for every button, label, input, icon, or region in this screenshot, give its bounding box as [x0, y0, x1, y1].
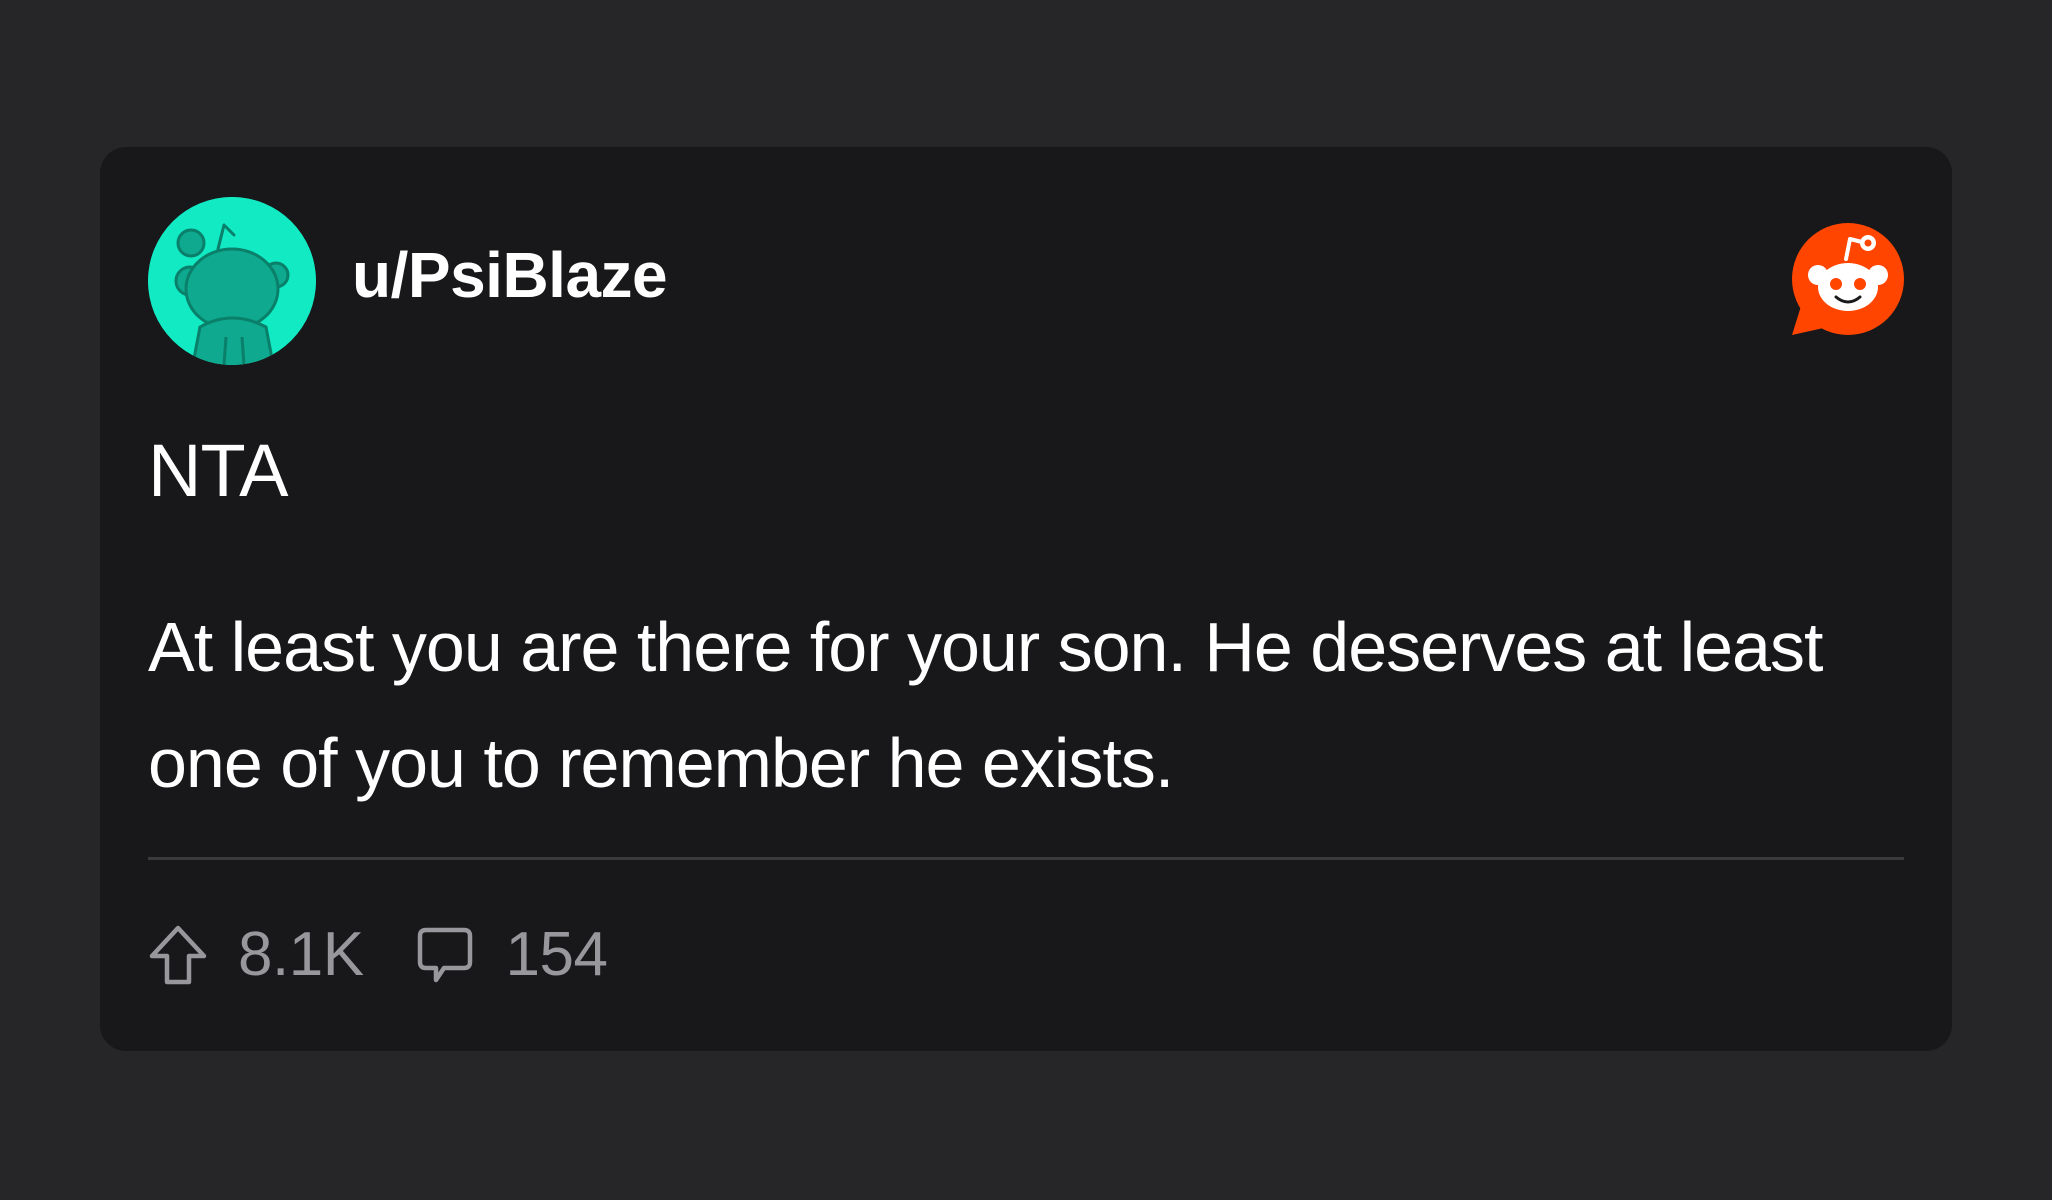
- upvote-button[interactable]: 8.1K: [148, 924, 364, 986]
- divider: [148, 857, 1904, 860]
- comment-bubble-icon: [416, 924, 474, 986]
- action-bar: 8.1K 154: [148, 920, 608, 990]
- comment-card: u/PsiBlaze NTA At least you are there fo…: [100, 147, 1952, 1051]
- reddit-logo: [1788, 223, 1904, 339]
- comment-count: 154: [505, 920, 608, 989]
- snoo-avatar-icon: [148, 197, 316, 365]
- user-avatar[interactable]: [148, 197, 316, 365]
- comments-button[interactable]: 154: [416, 924, 608, 986]
- upvote-count: 8.1K: [238, 920, 364, 989]
- comment-verdict: NTA: [148, 429, 289, 512]
- username-link[interactable]: u/PsiBlaze: [352, 243, 668, 307]
- reddit-logo-icon: [1792, 223, 1904, 335]
- upvote-arrow-icon: [148, 924, 208, 986]
- comment-body: At least you are there for your son. He …: [148, 608, 1823, 802]
